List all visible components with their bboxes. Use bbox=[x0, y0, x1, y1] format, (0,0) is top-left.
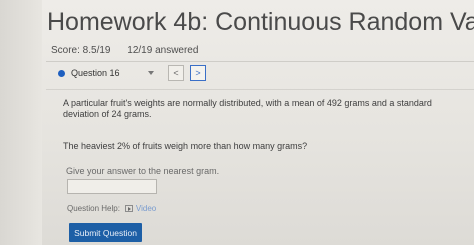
chevron-down-icon bbox=[148, 71, 154, 75]
score-line: Score: 8.5/19 12/19 answered bbox=[51, 45, 198, 56]
nav-divider bbox=[46, 89, 474, 90]
answered-count: 12/19 answered bbox=[127, 45, 199, 56]
question-nav: Question 16 < > bbox=[52, 65, 206, 81]
homework-page: Homework 4b: Continuous Random Variab Sc… bbox=[0, 0, 474, 245]
score-text: Score: 8.5/19 bbox=[51, 45, 111, 56]
video-label: Video bbox=[135, 204, 157, 213]
question-select[interactable]: Question 16 bbox=[52, 65, 162, 81]
header-divider bbox=[46, 61, 474, 62]
question-help: Question Help: Video bbox=[67, 204, 156, 213]
left-rail bbox=[0, 0, 42, 245]
question-select-label: Question 16 bbox=[71, 68, 120, 78]
question-prompt: The heaviest 2% of fruits weigh more tha… bbox=[63, 141, 308, 151]
page-title: Homework 4b: Continuous Random Variab bbox=[47, 8, 474, 36]
video-icon bbox=[124, 205, 133, 212]
submit-question-button[interactable]: Submit Question bbox=[69, 223, 142, 242]
video-help-link[interactable]: Video bbox=[124, 204, 157, 213]
next-question-button[interactable]: > bbox=[190, 65, 206, 81]
question-help-label: Question Help: bbox=[67, 204, 120, 213]
question-status-icon bbox=[58, 69, 65, 77]
answer-instruction: Give your answer to the nearest gram. bbox=[66, 166, 220, 176]
answer-input[interactable] bbox=[67, 179, 157, 194]
previous-question-button[interactable]: < bbox=[168, 65, 184, 81]
question-text: A particular fruit's weights are normall… bbox=[63, 98, 432, 119]
